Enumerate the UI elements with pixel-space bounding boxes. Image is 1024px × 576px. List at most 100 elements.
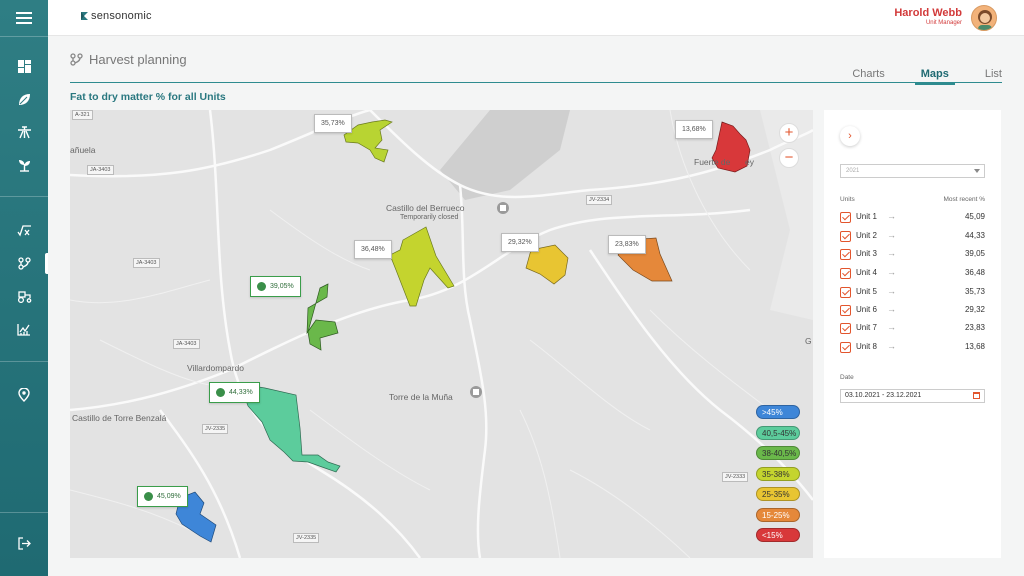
sidebar-divider <box>0 361 48 362</box>
legend-item: 40,5-45% <box>756 425 800 440</box>
road-label: JV-2333 <box>722 472 749 482</box>
place-name: Castillo del Berrueco <box>386 203 465 213</box>
place-name: Fuerte de <box>694 157 731 167</box>
harvest-icon <box>144 492 153 501</box>
place-name: Torre de la Muña <box>389 392 453 402</box>
road-label: JV-2335 <box>293 533 320 543</box>
unit-checkbox[interactable] <box>840 342 851 353</box>
road-label: JV-2335 <box>202 424 229 434</box>
unit-row[interactable]: Unit 1 → 45,09 <box>840 211 985 225</box>
sprout-icon[interactable] <box>0 149 48 182</box>
unit-5-value-label[interactable]: 35,73% <box>314 114 352 133</box>
unit-8-value-label[interactable]: 13,68% <box>675 120 713 139</box>
arrow-right-icon[interactable]: → <box>887 341 896 351</box>
harvest-icon <box>216 388 225 397</box>
map-view[interactable]: añuela Castillo del Berrueco Temporarily… <box>70 110 813 558</box>
harvest-planning-icon <box>70 53 83 66</box>
legend-item: >45% <box>756 405 800 419</box>
arrow-right-icon[interactable]: → <box>887 322 896 332</box>
brand-name: sensonomic <box>91 10 152 22</box>
location-icon[interactable] <box>0 378 48 411</box>
sensonomic-logo-icon <box>81 12 88 20</box>
map-subheading: Fat to dry matter % for all Units <box>70 91 226 103</box>
user-info[interactable]: Harold Webb Unit Manager <box>894 7 962 26</box>
page-title: Harvest planning <box>70 52 187 67</box>
avatar[interactable] <box>971 5 997 31</box>
chevron-right-icon[interactable]: › <box>840 126 860 146</box>
legend-item: 25-35% <box>756 487 800 501</box>
unit-7-value-label[interactable]: 23,83% <box>608 235 646 254</box>
unit-label: Unit 6 <box>856 305 877 314</box>
dashboard-icon[interactable] <box>0 50 48 83</box>
road-label: JA-3403 <box>133 258 160 268</box>
unit-row[interactable]: Unit 3 → 39,05 <box>840 248 985 262</box>
tower-poi-icon[interactable] <box>470 386 482 398</box>
unit-1-value-label[interactable]: 45,09% <box>137 486 188 507</box>
tractor-icon[interactable] <box>0 280 48 313</box>
date-range-input[interactable]: 03.10.2021 - 23.12.2021 <box>840 389 985 403</box>
harvest-planning-icon[interactable] <box>0 247 48 280</box>
unit-checkbox[interactable] <box>840 249 851 260</box>
unit-checkbox[interactable] <box>840 287 851 298</box>
unit-checkbox[interactable] <box>840 268 851 279</box>
brand-logo[interactable]: sensonomic <box>80 10 152 22</box>
road-label: JA-3403 <box>87 165 114 175</box>
unit-row[interactable]: Unit 6 → 29,32 <box>840 304 985 318</box>
logout-icon[interactable] <box>0 527 48 560</box>
arrow-right-icon[interactable]: → <box>887 248 896 258</box>
unit-label: Unit 8 <box>856 342 877 351</box>
place-name: ey <box>745 157 754 167</box>
unit-value: 36,48 <box>964 268 985 277</box>
unit-2-value-label[interactable]: 44,33% <box>209 382 260 403</box>
arrow-right-icon[interactable]: → <box>887 267 896 277</box>
calendar-icon[interactable] <box>973 392 980 399</box>
place-name: añuela <box>70 145 96 155</box>
unit-row[interactable]: Unit 8 → 13,68 <box>840 341 985 355</box>
unit-label: Unit 1 <box>856 212 877 221</box>
unit-1-value: 45,09% <box>157 493 181 500</box>
sidebar <box>0 0 48 576</box>
unit-row[interactable]: Unit 2 → 44,33 <box>840 230 985 244</box>
unit-value: 29,32 <box>964 305 985 314</box>
unit-row[interactable]: Unit 7 → 23,83 <box>840 322 985 336</box>
unit-checkbox[interactable] <box>840 323 851 334</box>
unit-6-value-label[interactable]: 29,32% <box>501 233 539 252</box>
unit-checkbox[interactable] <box>840 212 851 223</box>
place-name: G <box>805 336 812 346</box>
unit-label: Unit 4 <box>856 268 877 277</box>
recent-header: Most recent % <box>943 196 985 203</box>
year-select[interactable]: 2021 <box>840 164 985 178</box>
map-legend: >45% 40,5-45% 38-40,5% 35-38% 25-35% 15-… <box>756 405 800 549</box>
arrow-right-icon[interactable]: → <box>887 230 896 240</box>
hamburger-menu-icon[interactable] <box>0 0 48 36</box>
zoom-out-button[interactable]: − <box>779 148 799 168</box>
date-range-value: 03.10.2021 - 23.12.2021 <box>845 392 922 399</box>
unit-row[interactable]: Unit 4 → 36,48 <box>840 267 985 281</box>
top-bar: sensonomic Harold Webb Unit Manager <box>48 0 1024 36</box>
unit-label: Unit 3 <box>856 249 877 258</box>
units-panel: › 2021 Units Most recent % Unit 1 → 45,0… <box>824 110 1001 558</box>
unit-checkbox[interactable] <box>840 305 851 316</box>
place-name: Villardompardo <box>187 363 245 373</box>
user-role: Unit Manager <box>925 20 962 26</box>
analytics-icon[interactable] <box>0 313 48 346</box>
leaf-icon[interactable] <box>0 83 48 116</box>
legend-item: 35-38% <box>756 466 800 481</box>
unit-4-value-label[interactable]: 36,48% <box>354 240 392 259</box>
sidebar-divider <box>0 36 48 37</box>
road-label: JV-2334 <box>586 195 613 205</box>
arrow-right-icon[interactable]: → <box>887 211 896 221</box>
field-icon[interactable] <box>0 116 48 149</box>
road-label: A-321 <box>72 110 93 120</box>
arrow-right-icon[interactable]: → <box>887 304 896 314</box>
unit-label: Unit 2 <box>856 231 877 240</box>
formula-icon[interactable] <box>0 214 48 247</box>
unit-row[interactable]: Unit 5 → 35,73 <box>840 286 985 300</box>
page-title-text: Harvest planning <box>89 52 187 67</box>
unit-checkbox[interactable] <box>840 231 851 242</box>
zoom-in-button[interactable]: + <box>779 123 799 143</box>
unit-3-value: 39,05% <box>270 283 294 290</box>
arrow-right-icon[interactable]: → <box>887 286 896 296</box>
castle-poi-icon[interactable] <box>497 202 509 214</box>
unit-3-value-label[interactable]: 39,05% <box>250 276 301 297</box>
